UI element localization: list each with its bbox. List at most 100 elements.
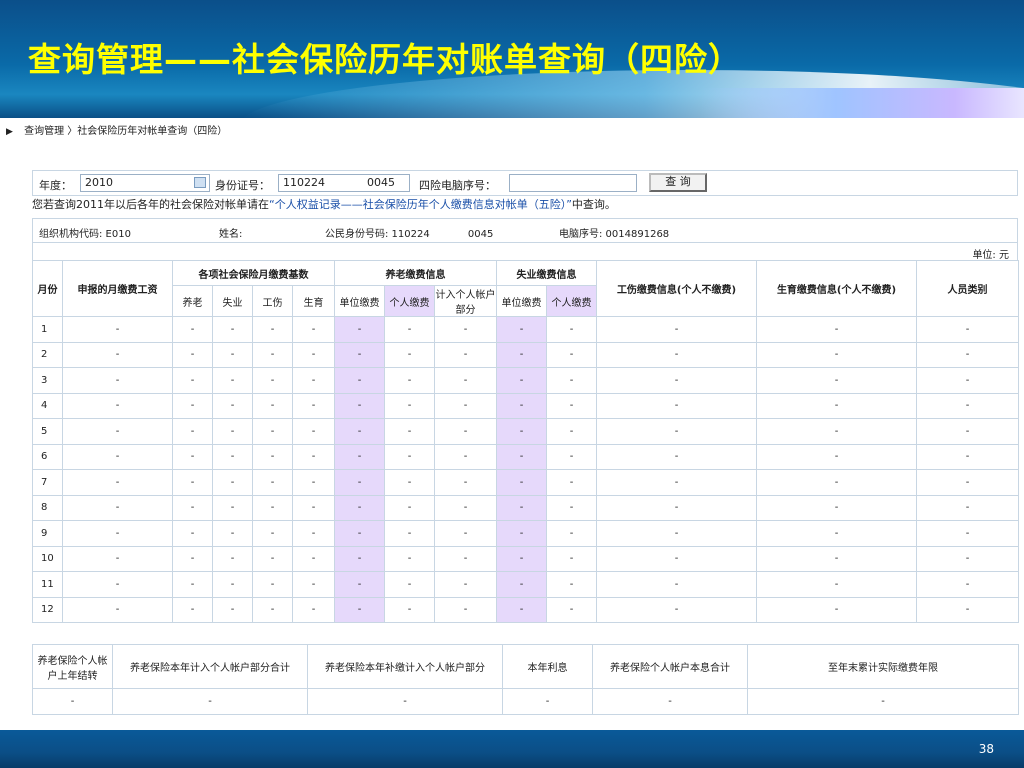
summary-head-interest: 本年利息 [502,644,593,689]
person-name: 姓名: [219,229,243,240]
table-cell: - [172,469,213,496]
table-cell: - [916,443,1020,470]
table-cell: - [433,341,498,368]
id-label: 身份证号： [215,179,270,192]
table-cell: - [756,494,918,521]
table-cell: - [62,367,173,394]
table-cell: - [433,596,498,623]
table-cell: - [62,520,173,547]
table-cell: - [292,316,335,343]
table-cell: - [292,596,335,623]
table-cell: - [916,571,1020,598]
table-cell: - [756,596,918,623]
search-form: 年度： 2010 身份证号： 110224 0045 四险电脑序号： 查 询 [32,170,1018,196]
table-cell: - [292,520,335,547]
table-cell: - [292,392,335,419]
table-cell: - [334,418,385,445]
col-category: 人员类别 [916,260,1020,317]
table-cell: - [546,571,598,598]
table-cell: - [596,545,758,572]
table-cell: - [496,418,548,445]
month-cell: 12 [32,596,63,623]
table-cell: - [596,418,758,445]
col-pension-account: 计入个人帐户部分 [433,285,498,317]
summary-value: - [112,688,308,715]
table-row: 6------------- [32,443,1020,470]
unit-label: 单位: 元 [972,250,1009,261]
table-cell: - [546,341,598,368]
seq-input[interactable] [509,174,637,192]
notice-suffix: 中查询。 [571,198,616,211]
table-cell: - [916,545,1020,572]
table-cell: - [546,367,598,394]
table-cell: - [433,392,498,419]
table-cell: - [252,367,293,394]
table-cell: - [334,545,385,572]
table-cell: - [252,469,293,496]
screenshot-content: ▶ 查询管理 〉社会保险历年对帐单查询（四险） 年度： 2010 身份证号： 1… [0,118,1024,730]
table-cell: - [334,392,385,419]
summary-value: - [502,688,593,715]
year-label: 年度： [39,179,72,192]
breadcrumb: ▶ 查询管理 〉社会保险历年对帐单查询（四险） [6,122,227,137]
table-cell: - [172,520,213,547]
contribution-table: 月份 申报的月缴费工资 各项社会保险月缴费基数 养老缴费信息 失业缴费信息 工伤… [32,260,1020,623]
col-month: 月份 [32,260,63,317]
year-input[interactable]: 2010 [80,174,210,192]
query-button[interactable]: 查 询 [649,173,707,192]
table-cell: - [546,316,598,343]
table-row: 8------------- [32,494,1020,521]
col-base-injury: 工伤 [252,285,293,317]
table-cell: - [496,367,548,394]
table-row: 9------------- [32,520,1020,547]
summary-head-years: 至年末累计实际缴费年限 [747,644,1019,689]
table-cell: - [384,494,435,521]
table-cell: - [212,367,253,394]
calendar-icon[interactable] [194,177,206,188]
col-pension-unit: 单位缴费 [334,285,385,317]
table-cell: - [496,520,548,547]
table-cell: - [756,341,918,368]
month-cell: 11 [32,571,63,598]
pc-seq: 电脑序号: 0014891268 [559,229,670,240]
table-cell: - [433,469,498,496]
table-cell: - [172,392,213,419]
table-cell: - [172,341,213,368]
table-cell: - [252,392,293,419]
table-cell: - [916,418,1020,445]
table-cell: - [756,418,918,445]
table-cell: - [433,571,498,598]
table-cell: - [916,469,1020,496]
table-cell: - [546,596,598,623]
breadcrumb-text[interactable]: 查询管理 〉社会保险历年对帐单查询（四险） [24,126,227,137]
table-row: 5------------- [32,418,1020,445]
table-cell: - [292,469,335,496]
summary-head-year-total: 养老保险本年计入个人帐户部分合计 [112,644,308,689]
table-cell: - [212,469,253,496]
table-cell: - [546,520,598,547]
table-cell: - [252,596,293,623]
summary-value: - [307,688,503,715]
table-cell: - [756,392,918,419]
table-cell: - [62,571,173,598]
table-row: 1------------- [32,316,1020,343]
table-cell: - [596,443,758,470]
table-cell: - [384,545,435,572]
five-insurance-link[interactable]: “个人权益记录——社会保险历年个人缴费信息对帐单（五险）” [269,198,572,211]
table-cell: - [433,520,498,547]
table-cell: - [212,520,253,547]
month-cell: 8 [32,494,63,521]
col-maternity: 生育缴费信息(个人不缴费) [756,260,918,317]
table-cell: - [252,545,293,572]
table-cell: - [384,392,435,419]
table-row: 4------------- [32,392,1020,419]
table-row: 12- - - - - - - - - - - - - [32,596,1020,623]
table-cell: - [756,571,918,598]
table-cell: - [212,494,253,521]
table-cell: - [292,494,335,521]
table-cell: - [334,367,385,394]
table-cell: - [384,596,435,623]
table-cell: - [212,545,253,572]
table-cell: - [212,596,253,623]
id-input[interactable]: 110224 0045 [278,174,410,192]
